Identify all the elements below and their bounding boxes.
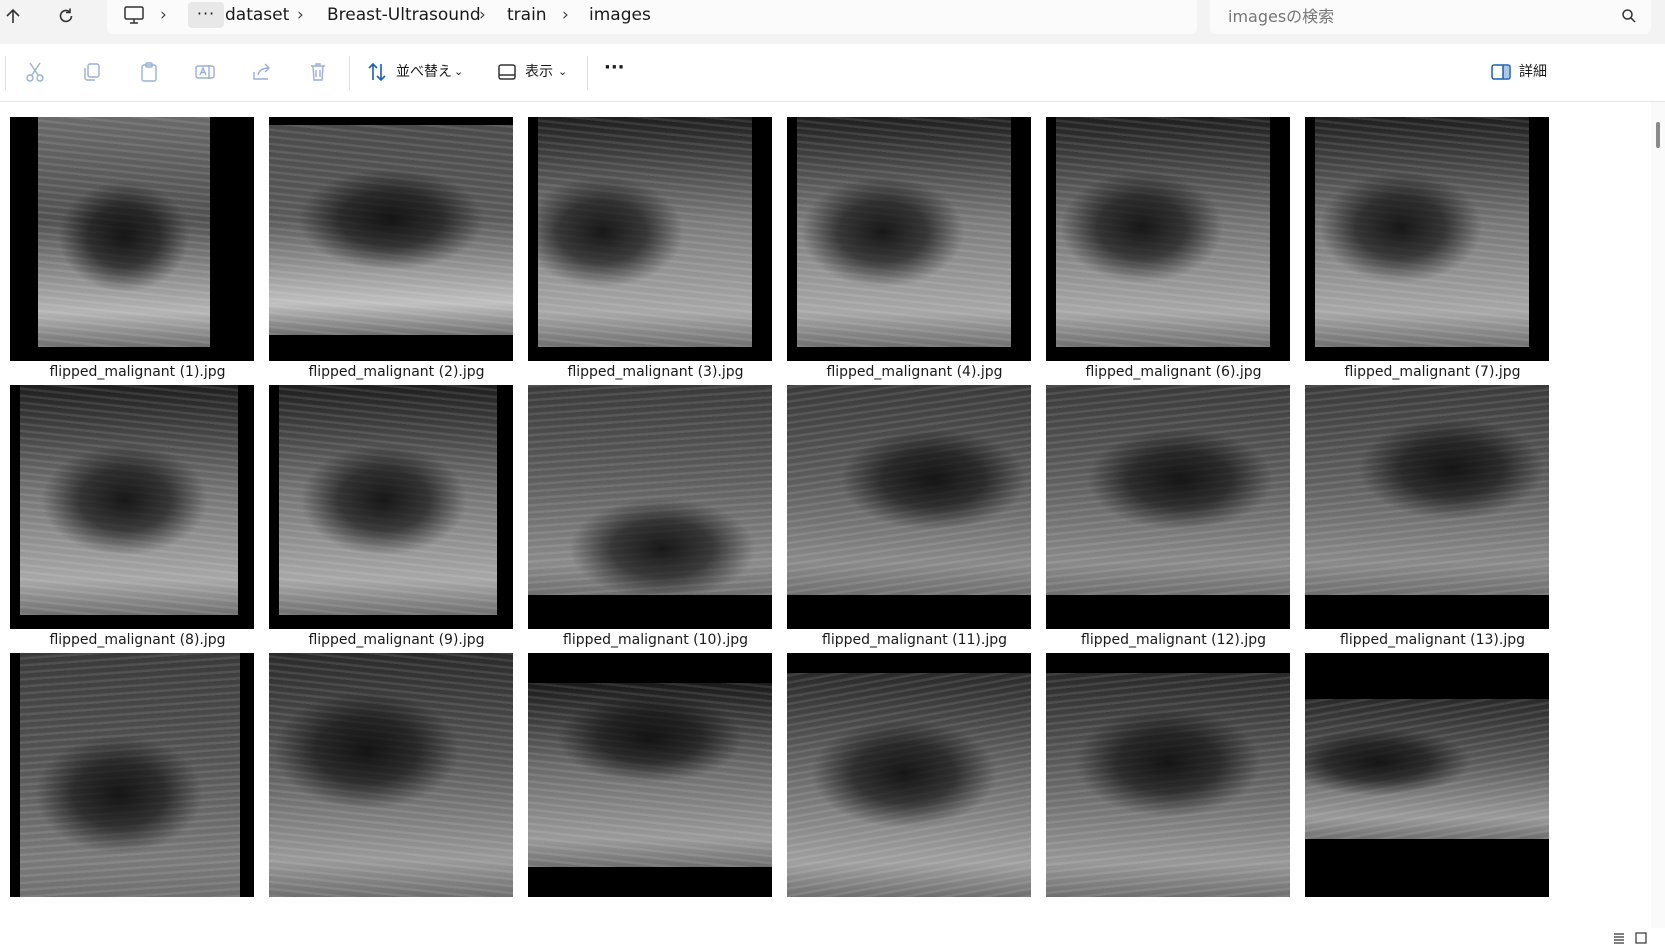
thumbnail-image [787,385,1031,629]
crumb-train[interactable]: train [507,0,547,30]
address-bar: › ··· dataset › Breast-Ultrasound › trai… [0,0,1665,45]
divider [349,56,350,90]
chevron-right-icon: › [479,5,486,25]
file-tile[interactable] [1295,638,1570,908]
thumbnail-image [528,117,772,361]
breadcrumb[interactable]: › ··· dataset › Breast-Ultrasound › trai… [107,0,1197,34]
chevron-down-icon[interactable]: ⌄ [454,61,463,83]
file-tile[interactable]: flipped_malignant (8).jpg [0,370,275,648]
cut-icon[interactable] [23,60,49,86]
file-tile[interactable] [518,638,793,908]
details-pane-icon[interactable] [1489,60,1515,86]
thumbnail-image [10,117,254,361]
thumbnail-image [1305,117,1549,361]
up-arrow-icon[interactable] [0,6,26,32]
thumbnail-image [1305,653,1549,897]
thumbnail-image [1046,385,1290,629]
copy-icon[interactable] [80,60,106,86]
thumbnail-image [787,653,1031,897]
file-tile[interactable]: flipped_malignant (2).jpg [259,102,534,380]
thumbnail-image [787,117,1031,361]
status-bar [0,928,1665,946]
thumbnail-image [269,385,513,629]
file-tile[interactable]: flipped_malignant (1).jpg [0,102,275,380]
command-bar: 並べ替え ⌄ 表示 ⌄ ··· 詳細 [0,44,1665,102]
refresh-icon[interactable] [53,6,79,32]
view-button[interactable]: 表示 [525,61,553,83]
divider [5,56,6,90]
thumbnail-image [528,385,772,629]
search-input[interactable] [1226,2,1610,30]
thumbnail-image [1046,117,1290,361]
file-tile[interactable]: flipped_malignant (10).jpg [518,370,793,648]
file-tile[interactable] [0,638,275,908]
file-tile[interactable]: flipped_malignant (7).jpg [1295,102,1570,380]
crumb-breast-ultrasound[interactable]: Breast-Ultrasound [327,0,481,30]
chevron-right-icon: › [562,5,569,25]
file-tile[interactable]: flipped_malignant (12).jpg [1036,370,1311,648]
divider [587,56,588,90]
file-tile[interactable]: flipped_malignant (3).jpg [518,102,793,380]
thumbnail-image [10,385,254,629]
thumbnail-image [269,653,513,897]
file-grid: flipped_malignant (1).jpg flipped_malign… [0,102,1650,928]
file-tile[interactable]: flipped_malignant (6).jpg [1036,102,1311,380]
search-box[interactable] [1210,0,1651,34]
file-tile[interactable] [259,638,534,908]
sort-icon[interactable] [365,60,391,86]
details-button[interactable]: 詳細 [1519,61,1547,83]
thumbnail-image [10,653,254,897]
chevron-down-icon[interactable]: ⌄ [558,61,567,83]
crumb-dataset[interactable]: dataset [225,0,289,30]
file-tile[interactable]: flipped_malignant (9).jpg [259,370,534,648]
thumbnail-image [528,653,772,897]
file-tile[interactable] [777,638,1052,908]
paste-icon[interactable] [137,60,163,86]
thumbnail-image [1305,385,1549,629]
thumbnail-image [1046,653,1290,897]
more-crumbs-button[interactable]: ··· [188,2,224,28]
thumbnail-image [269,117,513,361]
file-tile[interactable] [1036,638,1311,908]
file-tile[interactable]: flipped_malignant (4).jpg [777,102,1052,380]
more-options-button[interactable]: ··· [604,57,625,79]
chevron-right-icon: › [160,5,167,25]
crumb-images[interactable]: images [589,0,651,30]
list-view-icon[interactable] [1612,930,1626,949]
this-pc-icon[interactable] [123,5,145,29]
sort-button[interactable]: 並べ替え [396,61,452,83]
search-icon[interactable] [1621,8,1637,28]
file-tile[interactable]: flipped_malignant (11).jpg [777,370,1052,648]
tile-view-icon[interactable] [1634,930,1648,949]
chevron-right-icon: › [297,5,304,25]
rename-icon[interactable] [193,60,219,86]
delete-icon[interactable] [306,60,332,86]
file-tile[interactable]: flipped_malignant (13).jpg [1295,370,1570,648]
share-icon[interactable] [250,60,276,86]
vertical-scrollbar[interactable] [1651,102,1665,928]
scrollbar-thumb[interactable] [1656,122,1660,148]
view-icon[interactable] [495,60,521,86]
